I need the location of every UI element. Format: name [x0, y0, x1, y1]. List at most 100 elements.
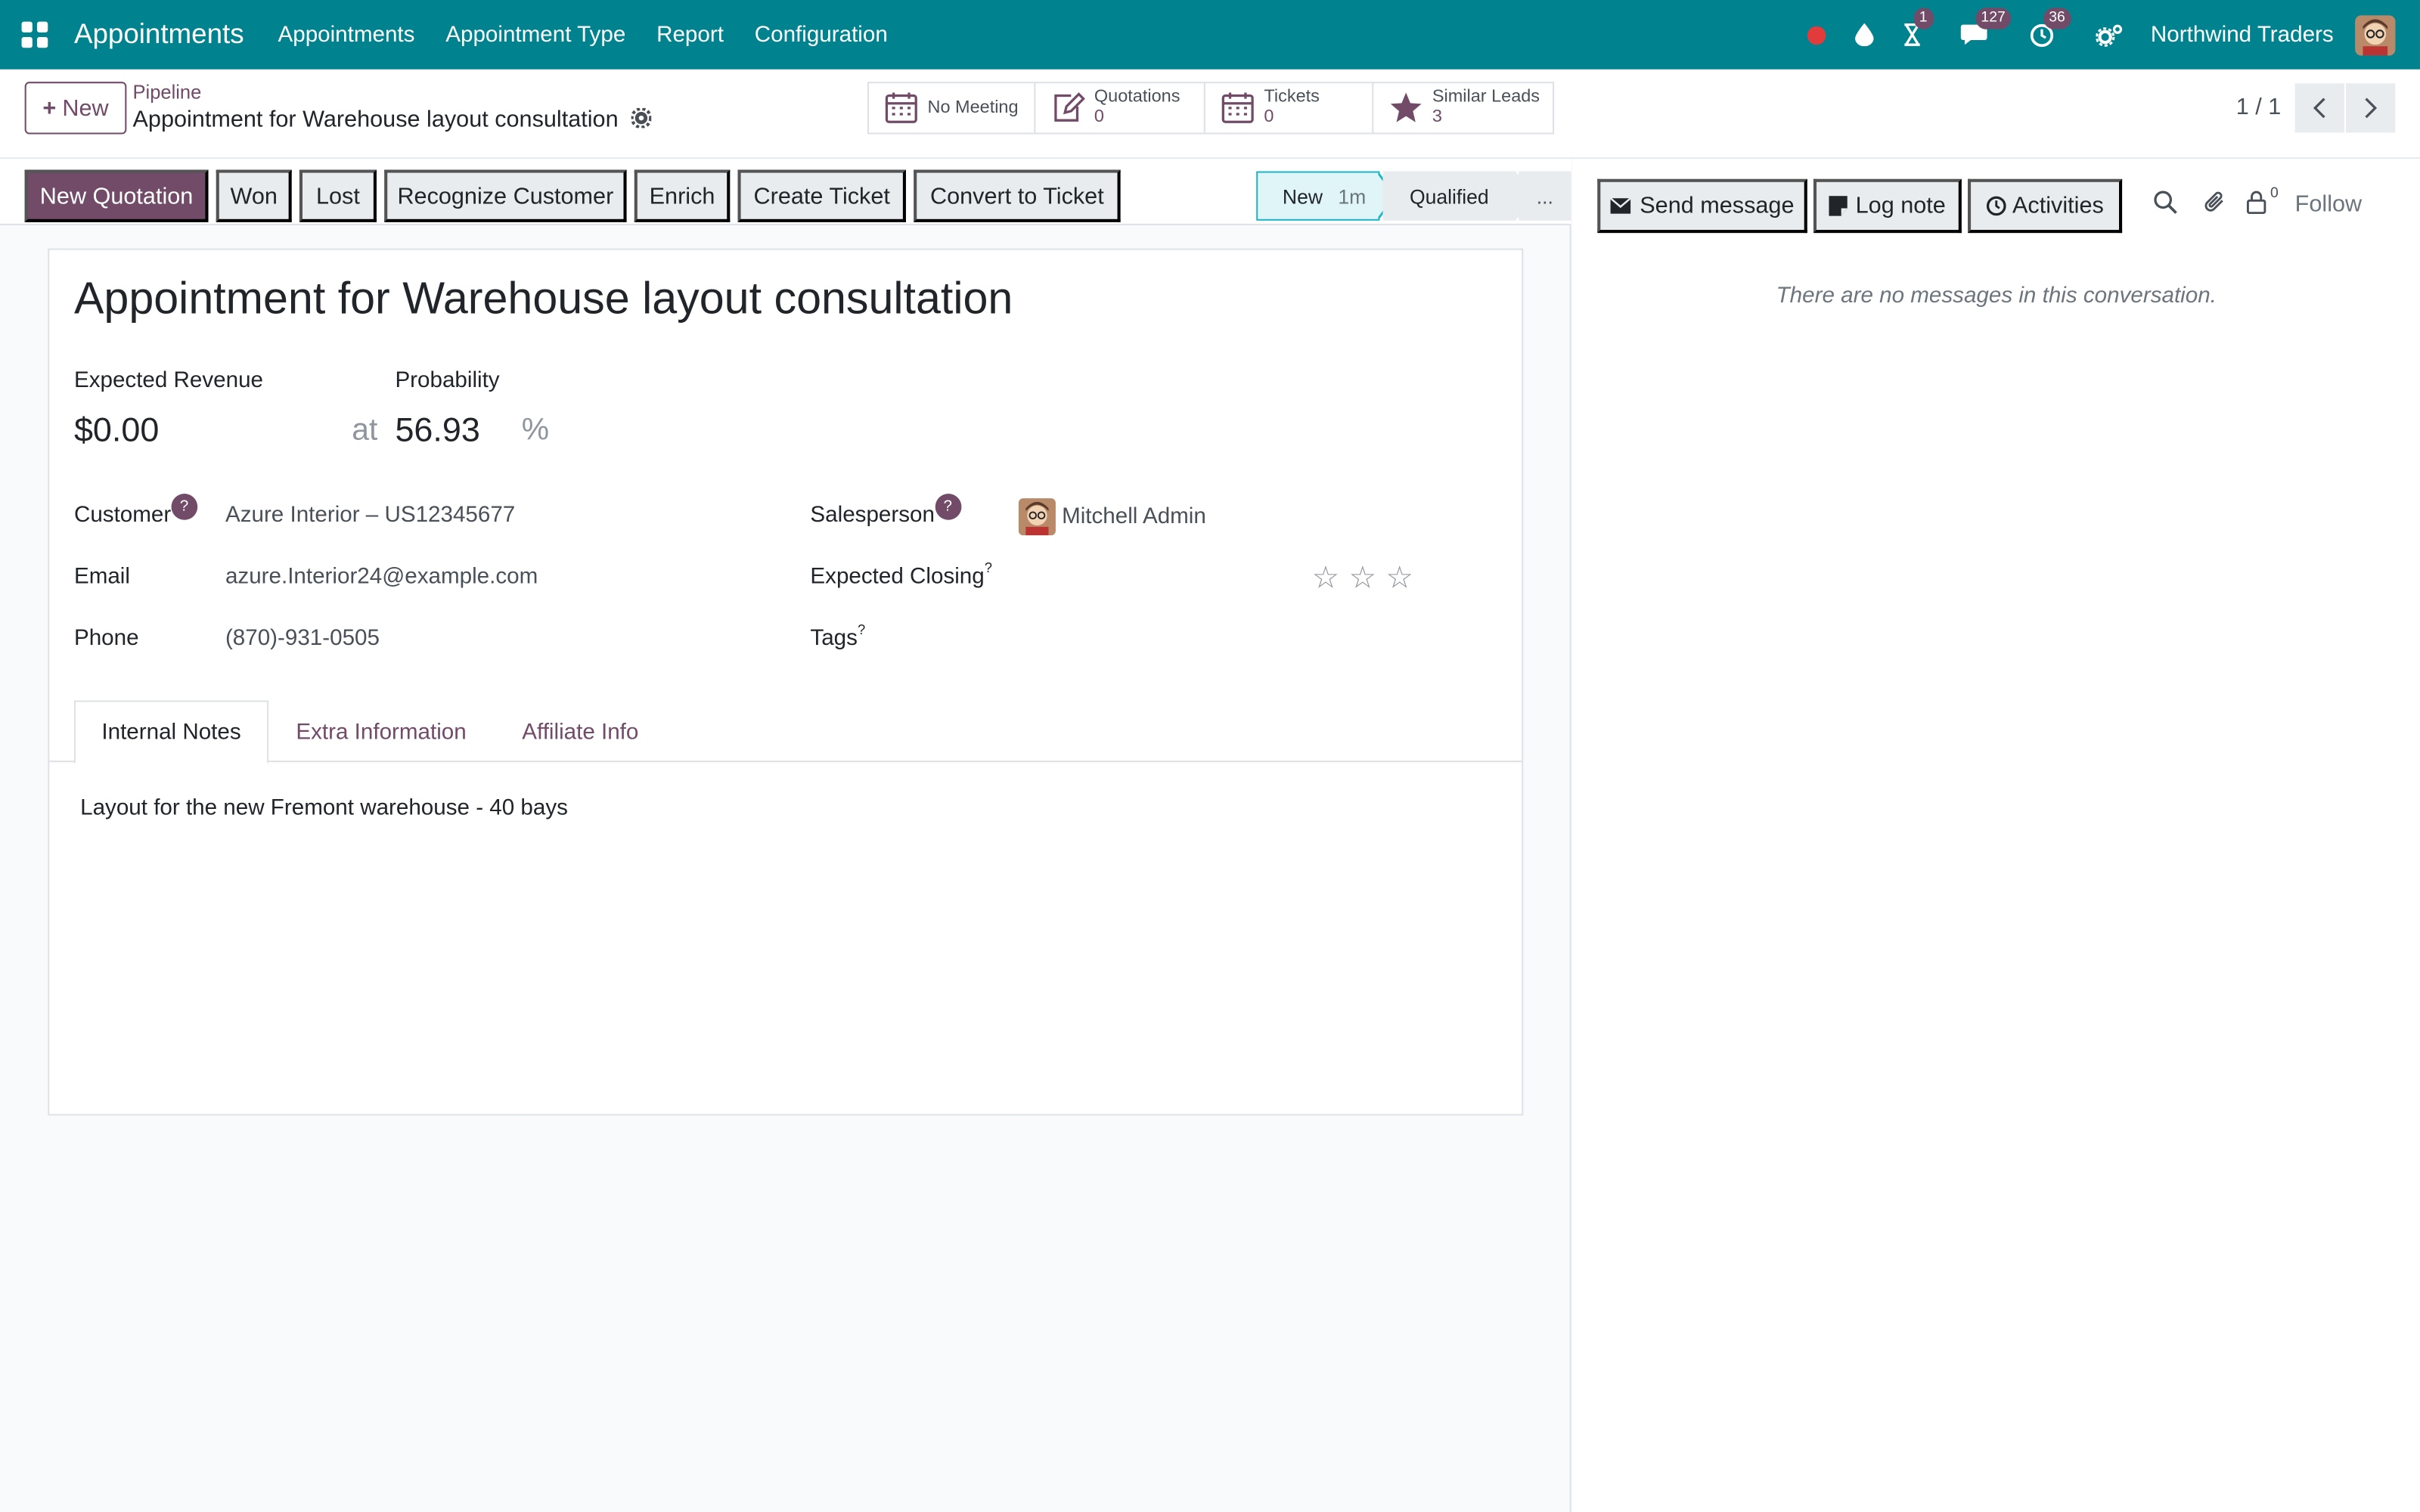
menu-report[interactable]: Report	[656, 23, 724, 48]
tab-internal-notes[interactable]: Internal Notes	[73, 700, 269, 764]
email-label: Email	[73, 564, 130, 590]
menu-appointment-type[interactable]: Appointment Type	[445, 23, 625, 48]
stage-new-duration: 1m	[1338, 184, 1367, 208]
phone-label: Phone	[73, 626, 139, 652]
new-record-button[interactable]: + New	[24, 82, 127, 135]
apps-grid-icon[interactable]	[21, 20, 50, 49]
tab-affiliate-info[interactable]: Affiliate Info	[497, 701, 663, 764]
edit-icon	[1051, 91, 1085, 125]
company-name[interactable]: Northwind Traders	[2151, 23, 2334, 48]
record-icon[interactable]	[1802, 21, 1830, 49]
form-statusbar: New Quotation Won Lost Recognize Custome…	[0, 159, 1571, 225]
meeting-smart-label: No Meeting	[927, 98, 1019, 117]
help-mark[interactable]: ?	[985, 560, 992, 575]
salesperson-avatar	[1018, 498, 1056, 536]
star-outline-icon[interactable]: ☆	[1349, 559, 1377, 597]
star-outline-icon[interactable]: ☆	[1385, 559, 1413, 597]
calendar-icon	[1221, 91, 1255, 125]
activities-label: Activities	[2012, 193, 2104, 219]
user-avatar[interactable]	[2355, 14, 2396, 55]
followers-lock-icon[interactable]	[2245, 190, 2267, 222]
quotations-smart-count: 0	[1094, 107, 1105, 127]
empty-conversation-message: There are no messages in this conversati…	[1776, 284, 2217, 309]
menu-configuration[interactable]: Configuration	[755, 23, 888, 48]
gear-icon[interactable]	[629, 106, 652, 132]
breadcrumb-parent[interactable]: Pipeline	[133, 82, 202, 104]
email-field[interactable]: azure.Interior24@example.com	[225, 565, 538, 590]
notebook-tabs: Internal Notes Extra Information Affilia…	[49, 700, 1522, 764]
send-message-button[interactable]: Send message	[1597, 178, 1807, 234]
expected-revenue-field[interactable]: $0.00	[74, 411, 159, 451]
clock-count-badge: 36	[2043, 7, 2071, 29]
salesperson-field[interactable]: Mitchell Admin	[1062, 504, 1206, 529]
customer-label-text: Customer	[73, 503, 172, 528]
quotations-smart-button[interactable]: Quotations 0	[1034, 82, 1205, 135]
salesperson-label-text: Salesperson	[810, 503, 935, 528]
recognize-customer-button[interactable]: Recognize Customer	[384, 169, 627, 222]
stage-more[interactable]: ...	[1519, 171, 1571, 221]
stage-qualified[interactable]: Qualified	[1382, 171, 1516, 221]
tab-extra-information[interactable]: Extra Information	[275, 701, 488, 764]
log-note-button[interactable]: Log note	[1813, 178, 1962, 234]
hourglass-icon[interactable]: 1	[1897, 7, 1934, 49]
form-sheet: Appointment for Warehouse layout consult…	[48, 248, 1524, 1116]
meeting-smart-button[interactable]: No Meeting	[867, 82, 1036, 135]
settings-icon[interactable]	[2095, 21, 2123, 49]
probability-field[interactable]: 56.93	[395, 411, 479, 451]
priority-stars[interactable]: ☆ ☆ ☆	[1312, 559, 1413, 597]
expected-closing-label-text: Expected Closing	[810, 564, 985, 590]
tickets-smart-button[interactable]: Tickets 0	[1203, 82, 1374, 135]
similar-leads-smart-button[interactable]: Similar Leads 3	[1372, 82, 1555, 135]
customer-field[interactable]: Azure Interior – US12345677	[225, 503, 515, 528]
note-icon	[1829, 196, 1848, 216]
star-outline-icon[interactable]: ☆	[1312, 559, 1340, 597]
expected-revenue-label: Expected Revenue	[73, 368, 264, 394]
stage-new[interactable]: New 1m	[1256, 171, 1380, 221]
clock-icon[interactable]: 36	[2028, 7, 2071, 49]
tickets-smart-label: Tickets	[1264, 88, 1320, 107]
salesperson-label: Salesperson?	[810, 494, 961, 529]
help-icon[interactable]: ?	[171, 494, 197, 520]
enrich-button[interactable]: Enrich	[634, 169, 731, 222]
messages-count-badge: 127	[1975, 7, 2012, 29]
customer-label: Customer?	[73, 494, 197, 529]
activities-count-badge: 1	[1913, 7, 1934, 29]
at-separator: at	[352, 413, 378, 448]
won-button[interactable]: Won	[216, 169, 292, 222]
expected-closing-label: Expected Closing?	[810, 560, 992, 590]
search-icon[interactable]	[2153, 190, 2178, 222]
stage-new-label: New	[1282, 184, 1323, 208]
star-icon	[1389, 91, 1423, 125]
tags-label-text: Tags	[810, 626, 858, 652]
chatter-panel: Send message Log note Activities 0 Follo…	[1572, 159, 2420, 1512]
control-panel: + New Pipeline Appointment for Warehouse…	[0, 69, 2420, 160]
lead-title[interactable]: Appointment for Warehouse layout consult…	[74, 274, 1013, 325]
new-quotation-button[interactable]: New Quotation	[24, 169, 209, 222]
internal-notes-field[interactable]: Layout for the new Fremont warehouse - 4…	[80, 796, 568, 821]
convert-to-ticket-button[interactable]: Convert to Ticket	[914, 169, 1121, 222]
send-message-label: Send message	[1640, 193, 1795, 219]
paperclip-icon[interactable]	[2202, 190, 2227, 222]
follow-button[interactable]: Follow	[2295, 191, 2362, 218]
quotations-smart-label: Quotations	[1094, 88, 1181, 107]
pager-value[interactable]: 1 / 1	[2236, 94, 2282, 120]
chevron-left-icon[interactable]	[2294, 83, 2344, 133]
probability-label: Probability	[395, 368, 500, 394]
app-title[interactable]: Appointments	[74, 18, 244, 51]
drop-icon[interactable]	[1850, 21, 1878, 49]
phone-field[interactable]: (870)-931-0505	[225, 627, 380, 652]
activities-button[interactable]: Activities	[1968, 178, 2123, 234]
followers-count: 0	[2270, 184, 2279, 203]
help-icon[interactable]: ?	[934, 494, 961, 520]
menu-appointments[interactable]: Appointments	[278, 23, 415, 48]
breadcrumb-current: Appointment for Warehouse layout consult…	[132, 106, 652, 133]
navbar-systray: 1 127 36 Northwind Traders	[1782, 0, 2396, 70]
chat-icon[interactable]: 127	[1959, 7, 2012, 49]
lost-button[interactable]: Lost	[299, 169, 377, 222]
new-button-label: New	[62, 94, 109, 122]
chevron-right-icon[interactable]	[2346, 83, 2396, 133]
breadcrumb-current-label: Appointment for Warehouse layout consult…	[132, 106, 619, 133]
help-mark[interactable]: ?	[858, 621, 865, 637]
create-ticket-button[interactable]: Create Ticket	[737, 169, 906, 222]
plus-icon: +	[42, 94, 57, 122]
